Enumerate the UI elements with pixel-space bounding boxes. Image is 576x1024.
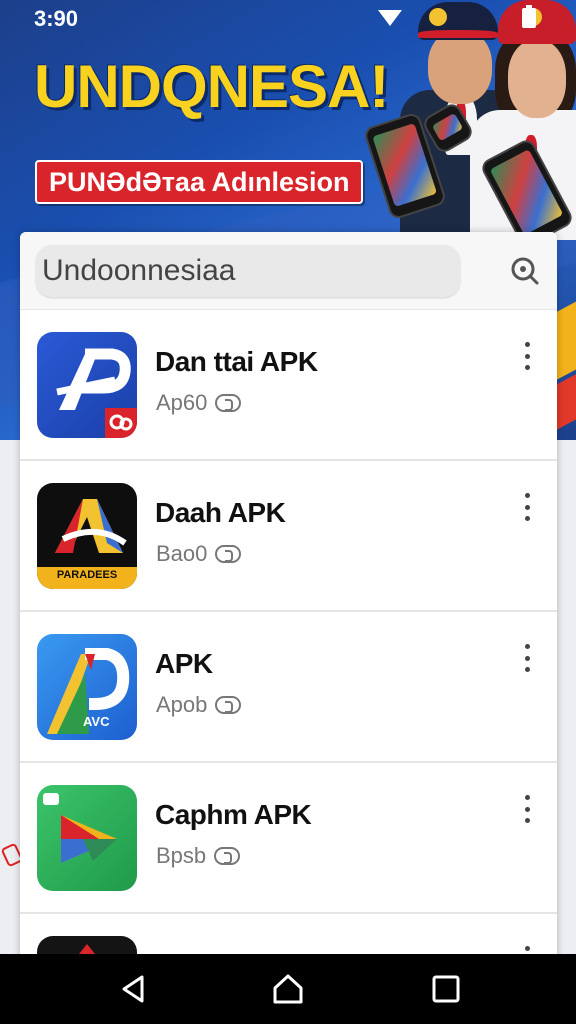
more-options-icon[interactable]: [520, 640, 534, 676]
back-icon[interactable]: [116, 971, 152, 1007]
icon-caption: AVC: [83, 714, 110, 729]
app-name: Caphm APK: [155, 799, 312, 830]
app-name: APK: [155, 648, 213, 679]
search-input[interactable]: Undoonnesiaa: [36, 244, 460, 297]
app-name: Dan ttai APK: [155, 346, 318, 377]
play-app-icon: [37, 785, 137, 891]
app-meta: Bao0: [156, 541, 208, 566]
link-icon: [215, 545, 242, 563]
triangle-app-icon: PARADEES: [37, 483, 137, 589]
list-item[interactable]: Caphm APK Bpsb: [20, 763, 557, 914]
background-left: [0, 440, 20, 960]
recents-icon[interactable]: [428, 971, 464, 1007]
icon-caption: PARADEES: [56, 569, 118, 581]
search-bar: Undoonnesiaa: [20, 232, 557, 310]
background-right: [557, 440, 576, 960]
app-subtitle: Bpsb: [156, 843, 241, 869]
banner-headline: UNDQNESA!: [34, 53, 389, 120]
app-meta: Bpsb: [156, 843, 207, 868]
link-icon: [215, 394, 242, 412]
app-screen: UNDQNESA! PUNƏdƏᴛaa Adınlesion 3:90 Undo…: [0, 0, 576, 1024]
more-options-icon[interactable]: [520, 791, 534, 827]
wifi-icon: [378, 10, 402, 26]
status-bar: 3:90: [0, 0, 576, 38]
banner-tagline: PUNƏdƏᴛaa Adınlesion: [35, 160, 364, 204]
app-subtitle: Bao0: [156, 541, 242, 567]
app-meta: Apob: [156, 692, 208, 717]
search-icon[interactable]: [506, 252, 542, 288]
navigation-bar: [0, 954, 576, 1024]
home-icon[interactable]: [270, 971, 306, 1007]
link-icon: [214, 847, 241, 865]
app-subtitle: Ap60: [156, 390, 242, 416]
app-name: Daah APK: [155, 497, 286, 528]
list-item[interactable]: AVC APK Apob: [20, 612, 557, 763]
app-subtitle: Apob: [156, 692, 242, 718]
status-icons: [378, 5, 536, 28]
battery-icon: [522, 5, 536, 28]
status-time: 3:90: [34, 6, 79, 31]
officer-head: [428, 30, 492, 104]
list-item[interactable]: PARADEES Daah APK Bao0: [20, 461, 557, 612]
more-options-icon[interactable]: [520, 338, 534, 374]
app-list-card: Undoonnesiaa Dan ttai APK Ap60 PARADEES …: [20, 232, 557, 972]
app-meta: Ap60: [156, 390, 208, 415]
list-item[interactable]: Dan ttai APK Ap60: [20, 310, 557, 461]
p-app-icon: AVC: [37, 634, 137, 740]
woman-head: [508, 40, 566, 118]
ap-app-icon: [37, 332, 137, 438]
more-options-icon[interactable]: [520, 489, 534, 525]
link-icon: [215, 696, 242, 714]
